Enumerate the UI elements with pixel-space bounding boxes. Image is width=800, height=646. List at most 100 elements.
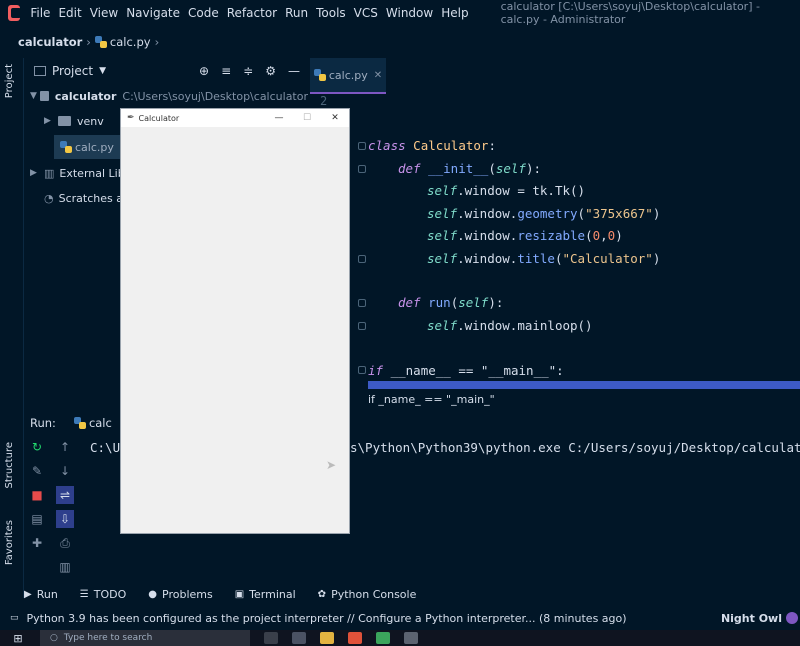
menu-window[interactable]: Window [382, 6, 437, 20]
code-line: if __name__ == "__main__": [368, 363, 564, 378]
breadcrumb-file[interactable]: calc.py [110, 35, 151, 49]
bottom-tab-run[interactable]: ▶ Run [24, 588, 58, 601]
bottom-tool-tabs: ▶ Run ☰ TODO ● Problems ▣ Terminal ✿ Python C… [24, 584, 800, 604]
close-button[interactable]: ✕ [321, 113, 349, 123]
code-line: self.window.mainloop() [427, 318, 593, 333]
windows-start-icon[interactable]: ⊞ [10, 630, 26, 646]
scratches-icon: ◔ [44, 191, 54, 205]
soft-wrap-icon[interactable]: ⇌ [56, 486, 74, 504]
chevron-right-icon: › [86, 35, 91, 49]
bottom-tab-terminal[interactable]: ▣ Terminal [235, 588, 296, 601]
pin-icon[interactable]: ✚ [28, 534, 46, 552]
fold-icon[interactable] [358, 322, 366, 330]
breadcrumb-project[interactable]: calculator [18, 35, 82, 49]
mouse-cursor-icon: ➤ [326, 458, 337, 472]
python-file-icon [94, 36, 107, 48]
theme-icon[interactable] [786, 612, 798, 624]
layout-icon[interactable]: ▤ [28, 510, 46, 528]
menu-edit[interactable]: Edit [54, 6, 85, 20]
close-icon[interactable]: ✕ [374, 70, 382, 81]
chevron-right-icon[interactable]: ▶ [30, 168, 44, 178]
fold-icon[interactable] [358, 366, 366, 374]
tree-venv-label: venv [77, 114, 104, 128]
widget-icon[interactable] [292, 632, 306, 644]
menu-code[interactable]: Code [184, 6, 223, 20]
menu-help[interactable]: Help [437, 6, 472, 20]
print-icon[interactable]: ⎙ [56, 534, 74, 552]
calculator-window[interactable]: ✒ Calculator — ☐ ✕ [120, 108, 350, 534]
arrow-down-icon[interactable]: ↓ [56, 462, 74, 480]
wrench-icon[interactable]: ✎ [28, 462, 46, 480]
left-tool-strip: Project Structure Favorites [0, 58, 24, 598]
folder-icon [58, 116, 71, 126]
python-file-icon [60, 141, 72, 153]
list-icon: ☰ [79, 588, 89, 600]
file-explorer-icon[interactable] [320, 632, 334, 644]
project-panel-title[interactable]: Project [52, 64, 93, 78]
scroll-to-end-icon[interactable]: ⇩ [56, 510, 74, 528]
run-tab-calc[interactable]: calc [73, 416, 112, 430]
fold-icon[interactable] [358, 299, 366, 307]
minimize-button[interactable]: — [265, 113, 293, 123]
fold-icon[interactable] [358, 142, 366, 150]
stop-icon[interactable]: ■ [28, 486, 46, 504]
chevron-down-icon[interactable]: ▼ [99, 66, 106, 76]
theme-name[interactable]: Night Owl [721, 612, 782, 625]
gear-icon[interactable]: ⚙ [265, 64, 276, 78]
code-line: def __init__(self): [398, 161, 542, 176]
python-console-icon: ✿ [317, 588, 327, 600]
pycharm-taskbar-icon[interactable] [404, 632, 418, 644]
code-line: self.window.resizable(0,0) [427, 228, 623, 243]
menu-tools[interactable]: Tools [312, 6, 350, 20]
run-toolbar-secondary: ↑ ↓ ⇌ ⇩ ⎙ ▥ [56, 438, 78, 582]
favorites-tool-tab[interactable]: Favorites [4, 520, 15, 565]
menu-refactor[interactable]: Refactor [223, 6, 281, 20]
fold-icon[interactable] [358, 255, 366, 263]
arrow-up-icon[interactable]: ↑ [56, 438, 74, 456]
task-view-icon[interactable] [264, 632, 278, 644]
tk-feather-icon: ✒ [127, 113, 135, 123]
minimize-icon[interactable]: — [288, 64, 300, 78]
event-log-icon[interactable]: ▭ [10, 613, 19, 623]
fold-icon[interactable] [358, 165, 366, 173]
code-line: def run(self): [398, 295, 504, 310]
maximize-button[interactable]: ☐ [293, 113, 321, 123]
run-toolbar: ↻ ✎ ■ ▤ ✚ [28, 438, 50, 558]
bottom-tab-python-console[interactable]: ✿ Python Console [318, 588, 417, 601]
collapse-all-icon[interactable]: ≑ [243, 64, 253, 78]
menu-vcs[interactable]: VCS [350, 6, 382, 20]
project-tool-tab[interactable]: Project [4, 64, 15, 98]
locate-icon[interactable]: ⊕ [199, 64, 209, 78]
menu-file[interactable]: File [26, 6, 54, 20]
menu-navigate[interactable]: Navigate [122, 6, 184, 20]
rerun-icon[interactable]: ↻ [28, 438, 46, 456]
editor-tab-label: calc.py [328, 68, 368, 82]
pycharm-app-icon [8, 5, 22, 21]
app-icon[interactable] [376, 632, 390, 644]
taskbar-search-input[interactable]: ○ Type here to search [40, 630, 250, 646]
calculator-titlebar[interactable]: ✒ Calculator — ☐ ✕ [121, 109, 349, 127]
browser-icon[interactable] [348, 632, 362, 644]
code-editor[interactable]: 2 class Calculator: def __init__(self): … [310, 94, 800, 414]
bottom-tab-problems[interactable]: ● Problems [148, 588, 212, 601]
tree-item-root[interactable]: ▼ calculator C:\Users\soyuj\Desktop\calc… [24, 84, 308, 108]
expand-all-icon[interactable]: ≡ [221, 64, 231, 78]
tree-root-path: C:\Users\soyuj\Desktop\calculator [122, 89, 308, 103]
editor-scope-breadcrumb[interactable]: if _name_ == "_main_" [368, 393, 495, 406]
chevron-right-icon[interactable]: ▶ [44, 116, 58, 126]
current-line-highlight [368, 381, 800, 389]
project-view-icon [34, 66, 46, 76]
menu-view[interactable]: View [86, 6, 122, 20]
library-icon: ▥ [44, 166, 55, 180]
status-message[interactable]: Python 3.9 has been configured as the pr… [27, 612, 627, 625]
structure-tool-tab[interactable]: Structure [4, 442, 15, 489]
menu-bar: File Edit View Navigate Code Refactor Ru… [0, 0, 800, 26]
menu-run[interactable]: Run [281, 6, 312, 20]
trash-icon[interactable]: ▥ [56, 558, 74, 576]
python-file-icon [73, 417, 86, 429]
bottom-tab-todo[interactable]: ☰ TODO [80, 588, 126, 601]
info-icon: ● [148, 588, 158, 600]
editor-tab-calc-py[interactable]: calc.py ✕ [310, 58, 386, 94]
console-output: C:\U [90, 440, 121, 455]
chevron-down-icon[interactable]: ▼ [30, 91, 40, 101]
